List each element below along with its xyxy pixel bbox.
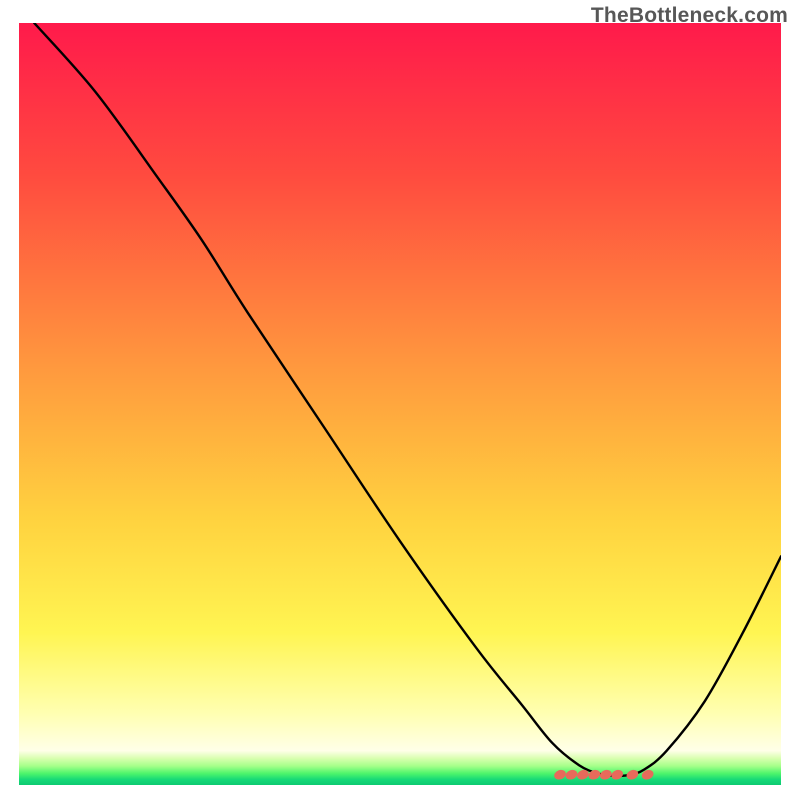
chart-stage: TheBottleneck.com — [0, 0, 800, 800]
gradient-background — [19, 23, 781, 785]
plot-svg — [19, 23, 781, 785]
plot-area — [19, 23, 781, 785]
